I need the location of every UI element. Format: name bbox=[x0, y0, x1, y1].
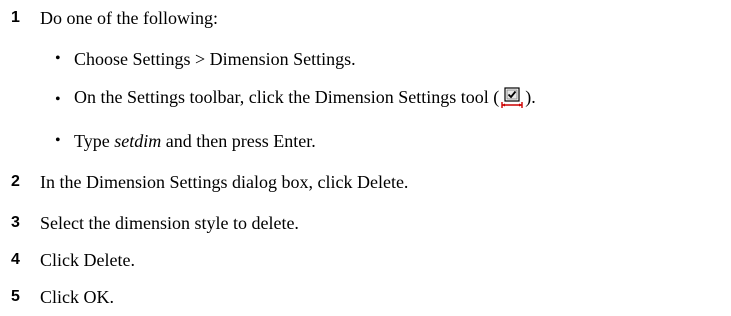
dimension-settings-tool-icon bbox=[500, 86, 524, 114]
step-number: 4 bbox=[11, 251, 20, 268]
step-text: Click OK. bbox=[40, 286, 114, 307]
step-3: 3 Select the dimension style to delete. bbox=[0, 209, 731, 237]
bullet: • bbox=[55, 132, 61, 149]
substep-toolbar: • On the Settings toolbar, click the Dim… bbox=[0, 86, 731, 114]
step-text: Do one of the following: bbox=[40, 7, 218, 28]
step-text: Select the dimension style to delete. bbox=[40, 212, 299, 233]
step-number: 1 bbox=[11, 9, 20, 26]
step-text: Click Delete. bbox=[40, 249, 135, 270]
substep-text-pre: On the Settings toolbar, click the Dimen… bbox=[74, 86, 500, 107]
step-2: 2 In the Dimension Settings dialog box, … bbox=[0, 168, 731, 196]
step-number: 5 bbox=[11, 288, 20, 305]
substep-text: Type setdim and then press Enter. bbox=[74, 131, 316, 152]
bullet: • bbox=[55, 50, 61, 67]
substep-text-post: and then press Enter. bbox=[161, 130, 316, 151]
command-name: setdim bbox=[114, 130, 162, 151]
substep-text-pre: Type bbox=[74, 130, 115, 151]
step-number: 2 bbox=[11, 173, 20, 190]
substep-text: Choose Settings > Dimension Settings. bbox=[74, 48, 356, 69]
substep-text-post: ). bbox=[525, 86, 536, 107]
step-5: 5 Click OK. bbox=[0, 283, 731, 311]
step-number: 3 bbox=[11, 214, 20, 231]
step-text: In the Dimension Settings dialog box, cl… bbox=[40, 171, 409, 192]
step-4: 4 Click Delete. bbox=[0, 246, 731, 274]
step-1: 1 Do one of the following: bbox=[0, 4, 731, 32]
bullet: • bbox=[55, 91, 61, 108]
substep-text: On the Settings toolbar, click the Dimen… bbox=[74, 87, 536, 114]
instruction-list: 1 Do one of the following: • Choose Sett… bbox=[0, 0, 731, 316]
substep-choose-settings: • Choose Settings > Dimension Settings. bbox=[0, 45, 731, 73]
substep-type-command: • Type setdim and then press Enter. bbox=[0, 127, 731, 155]
